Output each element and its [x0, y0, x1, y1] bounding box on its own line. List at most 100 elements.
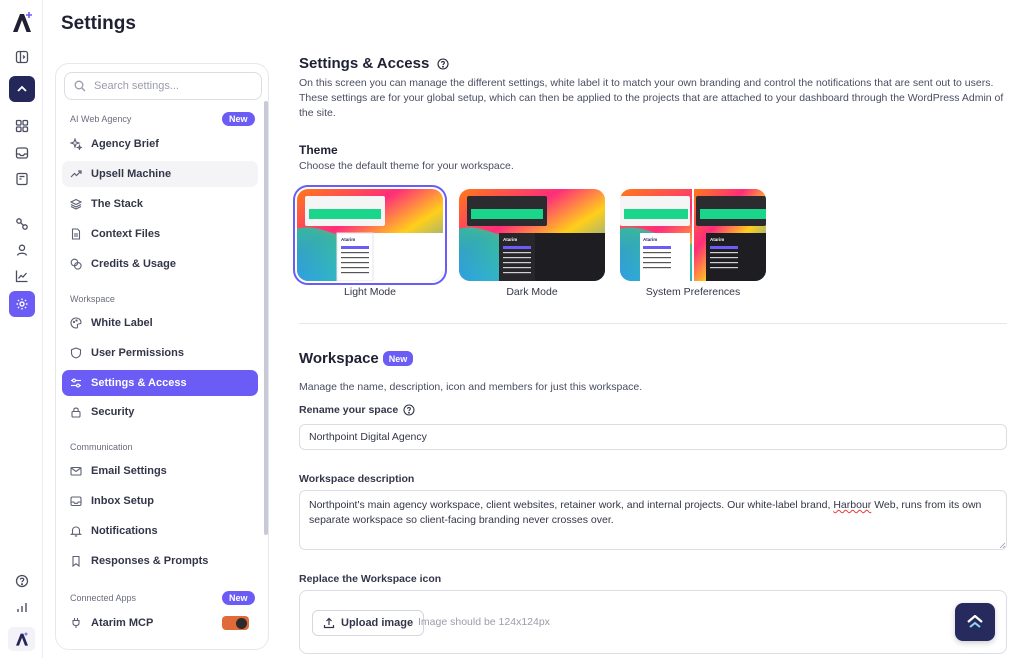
nav-item-white-label[interactable]: White Label [62, 310, 258, 336]
dashboard-grid-icon[interactable] [9, 113, 35, 139]
help-icon[interactable] [9, 568, 35, 594]
theme-option-system[interactable]: Atarim Atarim [620, 189, 766, 281]
workspace-heading: Workspace [299, 350, 379, 367]
nav-item-label: Inbox Setup [91, 495, 154, 507]
upload-dropzone[interactable]: Upload image Image should be 124x124px [299, 590, 1007, 654]
new-badge: New [222, 112, 255, 126]
coins-icon [70, 258, 82, 270]
section-label-connected-apps: Connected Apps [70, 593, 137, 603]
nav-item-responses-prompts[interactable]: Responses & Prompts [62, 548, 258, 574]
settings-nav-panel: Search settings... AI Web Agency New Age… [55, 63, 269, 650]
workspace-icon-label: Replace the Workspace icon [299, 573, 442, 585]
nav-item-label: The Stack [91, 198, 143, 210]
atarim-launcher-button[interactable] [955, 603, 995, 641]
help-circle-icon[interactable] [437, 57, 449, 70]
search-input[interactable]: Search settings... [64, 72, 262, 100]
nav-item-credits-usage[interactable]: Credits & Usage [62, 251, 258, 277]
section-label-communication: Communication [70, 442, 133, 452]
bell-icon [70, 526, 82, 537]
nav-item-label: Agency Brief [91, 138, 159, 150]
nav-item-security[interactable]: Security [62, 399, 258, 425]
nav-item-label: White Label [91, 317, 153, 329]
nav-item-the-stack[interactable]: The Stack [62, 191, 258, 217]
section-divider [299, 323, 1007, 324]
nav-item-label: Security [91, 406, 135, 418]
connected-app-icons [222, 616, 249, 630]
nav-item-label: Credits & Usage [91, 258, 176, 270]
upload-image-button[interactable]: Upload image [312, 610, 425, 636]
nav-item-context-files[interactable]: Context Files [62, 221, 258, 247]
home-button[interactable] [9, 76, 35, 102]
upload-button-label: Upload image [341, 617, 414, 629]
integrations-icon[interactable] [9, 211, 35, 237]
inbox-icon[interactable] [9, 140, 35, 166]
openai-icon [236, 617, 247, 629]
upload-icon [323, 617, 335, 629]
nav-item-label: User Permissions [91, 347, 184, 359]
nav-item-email-settings[interactable]: Email Settings [62, 458, 258, 484]
nav-item-label: Email Settings [91, 465, 167, 477]
inbox-tray-icon [70, 496, 82, 507]
svg-text:Atarim: Atarim [643, 237, 657, 242]
theme-description: Choose the default theme for your worksp… [299, 160, 514, 172]
resize-handle-icon[interactable] [999, 542, 1006, 549]
nav-scrollbar[interactable] [264, 101, 268, 535]
layers-icon [70, 198, 82, 210]
nav-item-label: Responses & Prompts [91, 555, 209, 567]
search-placeholder: Search settings... [94, 80, 179, 92]
svg-text:Atarim: Atarim [503, 237, 517, 242]
workspace-logo-icon[interactable] [8, 627, 35, 651]
analytics-icon[interactable] [9, 263, 35, 289]
rename-space-label-text: Rename your space [299, 404, 399, 416]
plug-icon [72, 618, 80, 628]
board-icon[interactable] [9, 166, 35, 192]
theme-option-dark[interactable]: Atarim [459, 189, 605, 281]
theme-label-system: System Preferences [645, 286, 741, 298]
bookmark-icon [72, 555, 80, 567]
misspelled-word: Harbour [833, 499, 872, 511]
nav-item-label: Upsell Machine [91, 168, 172, 180]
workspace-description-label: Workspace description [299, 473, 415, 485]
sidebar-toggle-icon[interactable] [9, 44, 35, 70]
settings-gear-icon[interactable] [9, 291, 35, 317]
mail-icon [70, 466, 82, 476]
signal-bars-icon[interactable] [9, 594, 35, 620]
nav-item-settings-access[interactable]: Settings & Access [62, 370, 258, 396]
svg-text:Atarim: Atarim [341, 237, 355, 242]
theme-label-dark: Dark Mode [506, 286, 558, 298]
nav-item-agency-brief[interactable]: Agency Brief [62, 131, 258, 157]
section-label-ai-web-agency: AI Web Agency [70, 114, 132, 124]
new-badge: New [382, 351, 414, 366]
workspace-heading-row: Workspace New [299, 350, 414, 367]
help-circle-icon[interactable] [403, 404, 415, 416]
sparkle-icon [70, 138, 82, 150]
theme-label-light: Light Mode [344, 286, 396, 298]
section-label-workspace: Workspace [70, 294, 115, 304]
workspace-description-field[interactable]: Northpoint's main agency workspace, clie… [299, 490, 1007, 550]
nav-item-upsell-machine[interactable]: Upsell Machine [62, 161, 258, 187]
theme-option-light[interactable]: Atarim [293, 185, 447, 285]
nav-item-label: Settings & Access [91, 377, 187, 389]
workspace-description-text: Manage the name, description, icon and m… [299, 381, 643, 393]
settings-access-section: Settings & Access On this screen you can… [299, 55, 1009, 172]
lock-icon [71, 407, 81, 418]
rename-space-label: Rename your space [299, 404, 415, 416]
atarim-logo-icon[interactable] [11, 10, 33, 34]
upload-hint: Image should be 124x124px [418, 616, 550, 628]
nav-item-label: Notifications [91, 525, 158, 537]
chevron-up-icon [967, 615, 983, 628]
trending-up-icon [70, 170, 82, 178]
nav-item-user-permissions[interactable]: User Permissions [62, 340, 258, 366]
palette-icon [70, 317, 82, 329]
workspace-name-value: Northpoint Digital Agency [309, 431, 427, 443]
nav-item-label: Context Files [91, 228, 161, 240]
workspace-name-field[interactable]: Northpoint Digital Agency [299, 424, 1007, 450]
page-title: Settings [61, 13, 136, 34]
nav-item-notifications[interactable]: Notifications [62, 518, 258, 544]
section-title: Settings & Access [299, 55, 430, 72]
user-icon[interactable] [9, 237, 35, 263]
nav-item-inbox-setup[interactable]: Inbox Setup [62, 488, 258, 514]
nav-item-label: Atarim MCP [91, 617, 154, 629]
new-badge: New [222, 591, 255, 605]
shield-icon [70, 347, 82, 359]
